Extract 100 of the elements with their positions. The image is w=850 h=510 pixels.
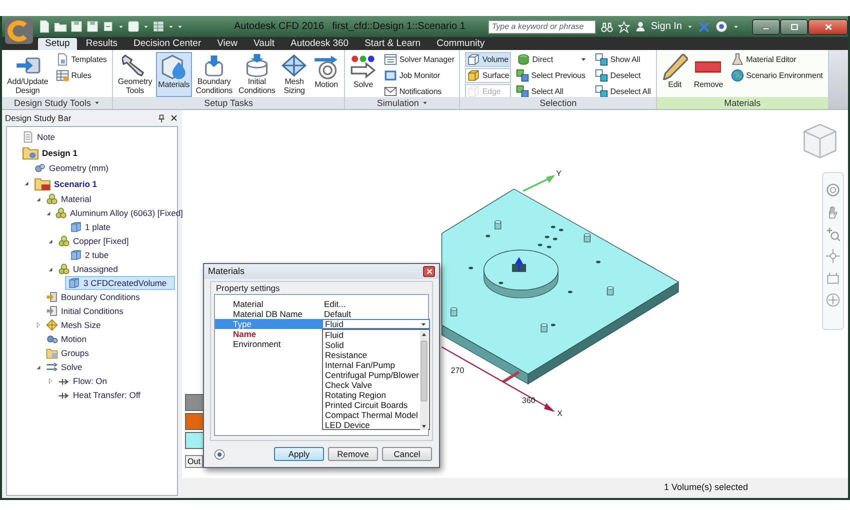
expanded-arrow-icon[interactable] (46, 266, 54, 272)
ribbon-tab[interactable]: Vault (246, 38, 282, 50)
ribbon-tab[interactable]: Autodesk 360 (283, 38, 356, 50)
tree-item[interactable]: Material (43, 192, 94, 206)
binoculars-icon[interactable] (600, 20, 613, 32)
caret-icon[interactable] (143, 24, 149, 30)
ribbon-button[interactable]: Motion (311, 52, 342, 97)
folder-icon[interactable] (54, 20, 67, 33)
ribbon-button[interactable]: Rules (54, 68, 109, 83)
ribbon-button[interactable]: Solver Manager (382, 52, 456, 67)
orbit-icon[interactable] (826, 249, 840, 263)
ribbon-tab[interactable]: Results (78, 38, 125, 50)
ribbon-button[interactable]: Select Previous (514, 68, 590, 83)
dialog-button[interactable]: Remove (328, 447, 378, 461)
ribbon-button[interactable]: Geometry Tools (116, 52, 154, 97)
expanded-arrow-icon[interactable] (46, 238, 54, 244)
property-label[interactable]: Environment (215, 339, 322, 349)
tree-item[interactable]: Boundary Conditions (43, 290, 143, 304)
tree-item[interactable]: 1 plate (67, 220, 114, 234)
type-dropdown[interactable]: Fluid (322, 319, 430, 329)
tree-item[interactable]: Unassigned (55, 262, 121, 276)
property-label[interactable]: Material (215, 299, 322, 309)
property-label[interactable]: Material DB Name (215, 309, 322, 319)
ribbon-tab[interactable]: Decision Center (126, 38, 208, 50)
ribbon-button[interactable]: Mesh Sizing (279, 52, 310, 97)
expanded-arrow-icon[interactable] (22, 180, 30, 187)
ribbon-button[interactable]: Templates (54, 52, 109, 67)
maximize-button[interactable] (780, 18, 808, 34)
expanded-arrow-icon[interactable] (34, 364, 42, 370)
ribbon-button[interactable]: Edit (660, 52, 690, 97)
tree-item[interactable]: Note (19, 130, 58, 144)
caret-icon[interactable] (422, 100, 428, 106)
look-icon[interactable] (826, 271, 840, 285)
dropdown-option[interactable]: Compact Thermal Model (323, 410, 419, 420)
fit-icon[interactable] (826, 293, 840, 307)
minimize-button[interactable] (752, 18, 780, 34)
logo-icon[interactable] (5, 18, 33, 44)
collapsed-arrow-icon[interactable] (46, 377, 54, 385)
tree-item[interactable]: Copper [Fixed] (55, 234, 132, 248)
close-icon[interactable] (170, 114, 178, 122)
dialog-button[interactable]: Apply (274, 447, 324, 461)
ribbon-button[interactable]: Job Monitor (382, 68, 456, 83)
tree-item[interactable]: Aluminum Alloy (6063) [Fixed] (52, 206, 186, 220)
output-tab[interactable]: Out (185, 455, 203, 468)
dropdown-field[interactable]: Direct (514, 52, 590, 67)
tree-item[interactable]: Initial Conditions (43, 304, 126, 318)
search-field[interactable]: Type a keyword or phrase (488, 20, 596, 34)
dialog-button[interactable]: Cancel (382, 447, 432, 461)
dropdown-option[interactable]: Centrifugal Pump/Blower (323, 370, 419, 380)
tree-item[interactable]: 3 CFDCreatedVolume (65, 276, 175, 290)
grid-icon[interactable] (152, 20, 165, 33)
caret-icon[interactable] (733, 24, 739, 30)
ribbon-button[interactable]: Add/Update Design (5, 52, 50, 97)
toggle-button[interactable]: Surface (465, 68, 512, 83)
hand-icon[interactable] (826, 205, 840, 219)
tree-item[interactable]: Mesh Size (43, 318, 104, 332)
expanded-arrow-icon[interactable] (34, 196, 42, 202)
zoom-icon[interactable] (826, 227, 840, 241)
expanded-arrow-icon[interactable] (45, 210, 52, 216)
tree-item[interactable]: Heat Transfer: Off (55, 388, 144, 402)
ribbon-button[interactable]: Material Editor (729, 52, 825, 67)
ribbon-tab[interactable]: View (210, 38, 245, 50)
tree-item[interactable]: Solve (43, 360, 86, 374)
ribbon-tab[interactable]: Community (430, 38, 492, 50)
dropdown-option[interactable]: Rotating Region (323, 390, 419, 400)
tree-item[interactable]: 2 tube (67, 248, 112, 262)
ribbon-tab[interactable]: Setup (38, 38, 77, 50)
pin-icon[interactable] (157, 114, 166, 122)
dropdown-option[interactable]: LED Device (323, 420, 419, 430)
tree-item[interactable]: Motion (43, 332, 90, 346)
tree-item[interactable]: Geometry (mm) (31, 161, 112, 175)
square-icon[interactable] (127, 20, 140, 33)
tree-item[interactable]: Scenario 1 (31, 175, 100, 192)
ribbon-tab[interactable]: Start & Learn (358, 38, 428, 50)
caret-icon[interactable] (687, 24, 693, 30)
scrollbar[interactable] (420, 331, 428, 430)
dropdown-option[interactable]: Internal Fan/Pump (323, 360, 419, 370)
ribbon-button[interactable]: Initial Conditions (236, 52, 278, 97)
caret-icon[interactable] (94, 100, 100, 106)
dropdown-option[interactable]: Resistance (323, 350, 419, 360)
tree-item[interactable]: Design 1 (19, 144, 80, 161)
ribbon-button[interactable]: Remove (692, 52, 726, 97)
dropdown-option[interactable]: Check Valve (323, 380, 419, 390)
dropdown-option[interactable]: Printed Circuit Boards (323, 400, 419, 410)
ribbon-button[interactable]: Show All (593, 52, 653, 67)
tree-item[interactable]: Flow: On (55, 374, 110, 388)
tree-item[interactable]: Groups (43, 346, 92, 360)
sign-in-link[interactable]: Sign In (650, 19, 682, 34)
toggle-button[interactable]: Volume (465, 52, 512, 67)
star-icon[interactable] (618, 20, 630, 32)
ribbon-button[interactable]: Deselect (593, 68, 653, 83)
collapsed-arrow-icon[interactable] (34, 321, 42, 329)
document-icon[interactable] (38, 20, 51, 33)
dropdown-option[interactable]: Solid (323, 340, 419, 350)
property-label[interactable]: Name (215, 329, 322, 339)
ribbon-button[interactable]: Boundary Conditions (194, 52, 235, 97)
caret-icon[interactable] (118, 24, 124, 30)
ribbon-button[interactable]: Solve (348, 52, 378, 97)
close-button[interactable] (423, 266, 435, 277)
close-button[interactable] (808, 18, 848, 34)
